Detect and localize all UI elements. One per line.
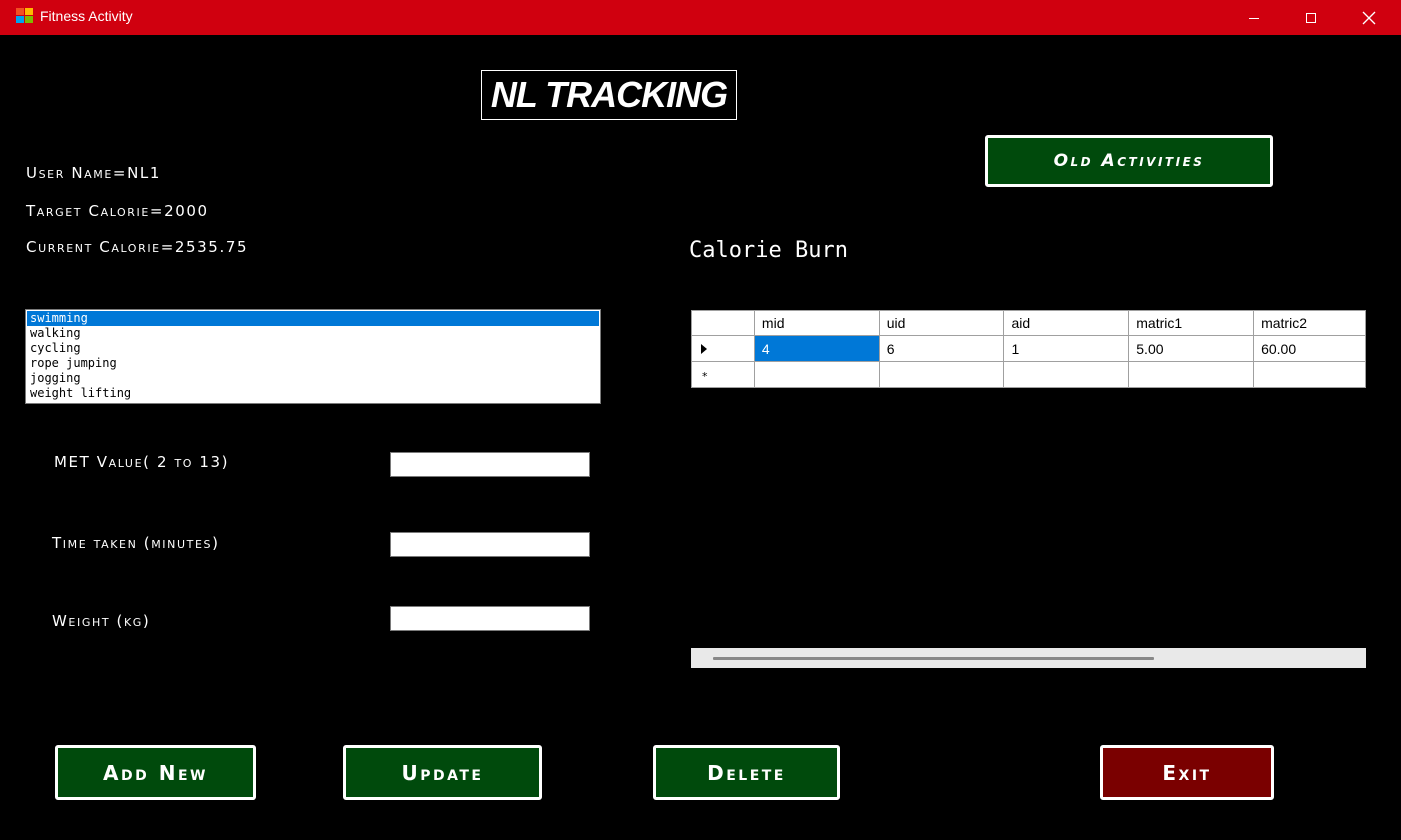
app-icon: [16, 8, 34, 25]
grid-cell[interactable]: 6: [878, 335, 1005, 362]
close-button[interactable]: [1341, 0, 1397, 35]
met-value-label: MET Value( 2 to 13): [54, 453, 230, 471]
target-calorie-label: Target Calorie=2000: [26, 202, 209, 220]
met-value-input[interactable]: [390, 452, 590, 477]
grid-header-row: mid uid aid matric1 matric2: [691, 310, 1366, 336]
list-item[interactable]: rope jumping: [27, 356, 599, 371]
column-header-matric2[interactable]: matric2: [1253, 310, 1366, 336]
scrollbar-thumb[interactable]: [713, 657, 1154, 660]
list-item[interactable]: jogging: [27, 371, 599, 386]
list-item[interactable]: weight lifting: [27, 386, 599, 401]
grid-cell[interactable]: [1003, 361, 1130, 388]
delete-button[interactable]: Delete: [653, 745, 840, 800]
maximize-icon: [1306, 12, 1316, 23]
weight-label: Weight (kg): [52, 612, 151, 630]
grid-cell[interactable]: 60.00: [1253, 335, 1366, 362]
grid-cell[interactable]: 1: [1003, 335, 1130, 362]
title-bar: Fitness Activity: [0, 0, 1401, 35]
column-header-mid[interactable]: mid: [753, 310, 880, 336]
grid-horizontal-scrollbar[interactable]: [691, 648, 1366, 668]
new-row-asterisk-icon: *: [702, 370, 708, 381]
minimize-button[interactable]: [1226, 0, 1282, 35]
list-item[interactable]: walking: [27, 326, 599, 341]
calorie-burn-heading: Calorie Burn: [689, 238, 848, 263]
grid-empty-area: [691, 390, 1366, 648]
new-table-row[interactable]: *: [691, 361, 1366, 388]
old-activities-button[interactable]: Old Activities: [985, 135, 1273, 187]
grid-cell[interactable]: [878, 361, 1005, 388]
weight-input[interactable]: [390, 606, 590, 631]
window-title: Fitness Activity: [40, 8, 133, 24]
row-header-current[interactable]: [691, 335, 755, 362]
calorie-grid[interactable]: mid uid aid matric1 matric2 4 6 1 5.00 6…: [691, 310, 1366, 390]
column-header-uid[interactable]: uid: [878, 310, 1005, 336]
column-header-aid[interactable]: aid: [1003, 310, 1130, 336]
current-calorie-label: Current Calorie=2535.75: [26, 238, 249, 256]
list-item[interactable]: swimming: [27, 311, 599, 326]
update-button[interactable]: Update: [343, 745, 542, 800]
activity-listbox[interactable]: swimming walking cycling rope jumping joggin…: [25, 309, 601, 404]
time-taken-input[interactable]: [390, 532, 590, 557]
grid-cell[interactable]: [753, 361, 880, 388]
table-row[interactable]: 4 6 1 5.00 60.00: [691, 335, 1366, 362]
grid-cell[interactable]: [1128, 361, 1255, 388]
close-icon: [1362, 11, 1376, 24]
row-header-new[interactable]: *: [691, 361, 755, 388]
current-row-arrow-icon: [701, 343, 707, 354]
grid-cell[interactable]: [1253, 361, 1366, 388]
app-logo: NL TRACKING: [481, 70, 737, 120]
user-name-label: User Name=NL1: [26, 164, 161, 182]
svg-text:*: *: [702, 370, 708, 381]
grid-cell[interactable]: 5.00: [1128, 335, 1255, 362]
list-item[interactable]: cycling: [27, 341, 599, 356]
minimize-icon: [1249, 17, 1259, 19]
maximize-button[interactable]: [1283, 0, 1339, 35]
exit-button[interactable]: Exit: [1100, 745, 1274, 800]
grid-cell[interactable]: 4: [753, 335, 880, 362]
add-new-button[interactable]: Add New: [55, 745, 256, 800]
grid-corner-cell: [691, 310, 755, 336]
time-taken-label: Time taken (minutes): [52, 534, 220, 552]
column-header-matric1[interactable]: matric1: [1128, 310, 1255, 336]
